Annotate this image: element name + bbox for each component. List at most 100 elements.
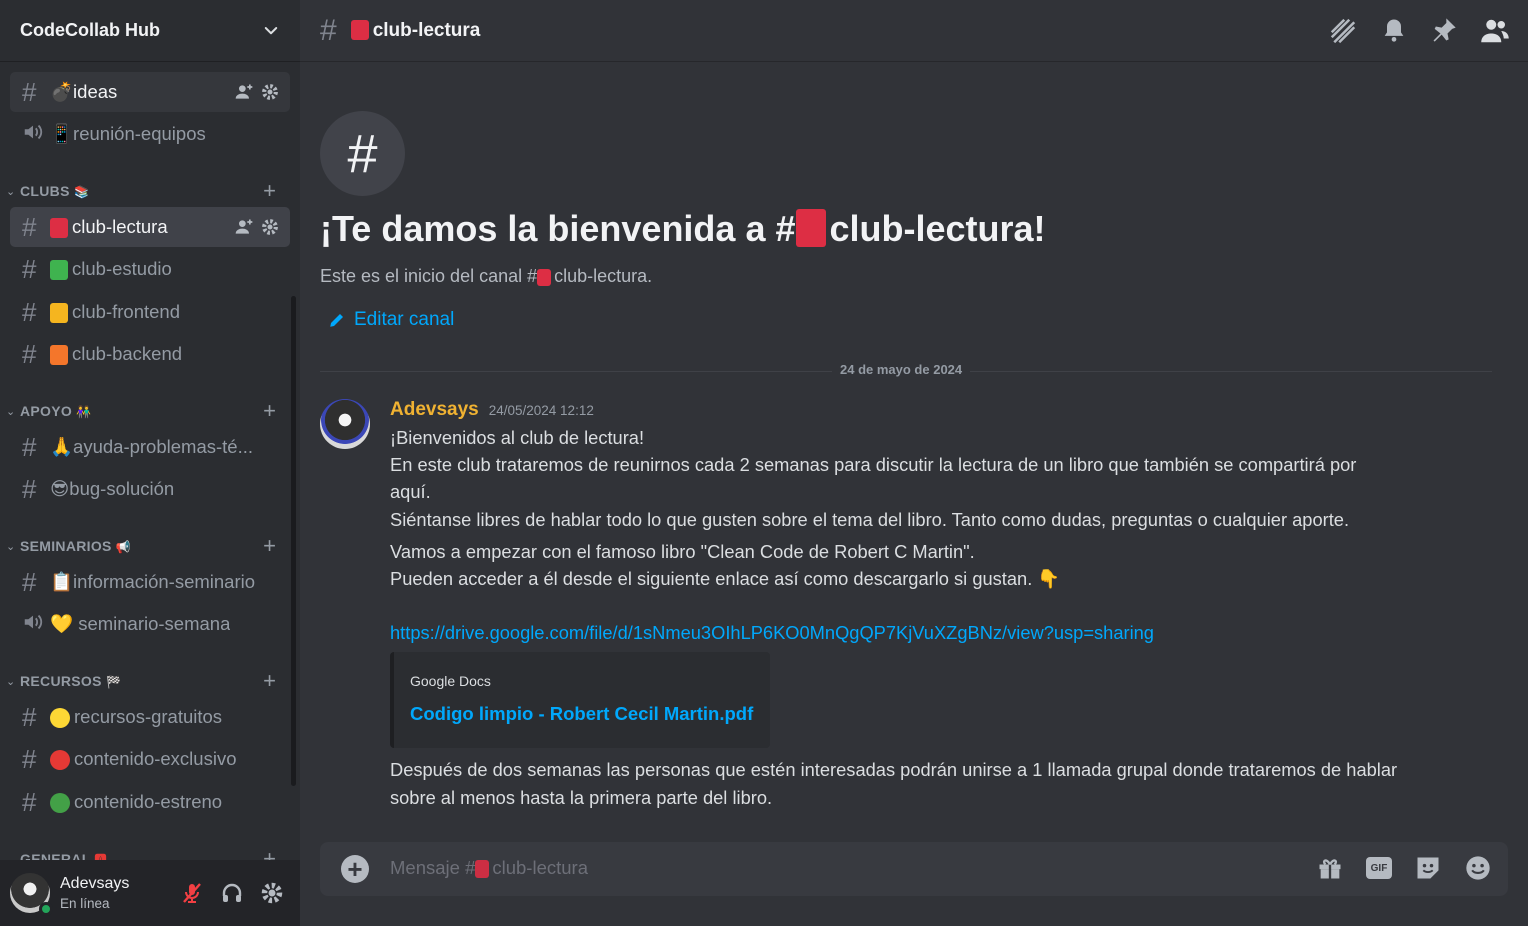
gear-icon[interactable] bbox=[260, 82, 280, 102]
channel-name: contenido-exclusivo bbox=[74, 747, 237, 769]
channel-label: 😎bug-solución bbox=[50, 478, 174, 500]
invite-icon[interactable] bbox=[234, 82, 254, 102]
chevron-down-icon: ⌄ bbox=[6, 405, 16, 418]
bell-icon[interactable] bbox=[1380, 16, 1408, 44]
channel-name: club-backend bbox=[72, 342, 183, 364]
yellow-notebook-icon bbox=[50, 303, 68, 324]
attach-plus-button[interactable]: + bbox=[341, 855, 369, 883]
sticker-icon[interactable] bbox=[1414, 854, 1442, 882]
channel-bug-solucion[interactable]: # 😎bug-solución bbox=[10, 469, 290, 509]
message-input[interactable]: Mensaje # club-lectura bbox=[390, 857, 588, 879]
category-seminarios[interactable]: ⌄ SEMINARIOS 📢 + bbox=[6, 533, 288, 559]
channel-name: seminario-semana bbox=[78, 613, 231, 634]
channel-reunion-equipos[interactable]: 📱reunión-equipos bbox=[10, 114, 290, 154]
channel-ayuda-problemas[interactable]: # 🙏ayuda-problemas-té... bbox=[10, 427, 290, 467]
add-channel-button[interactable]: + bbox=[263, 398, 276, 424]
emoji-icon: 📢 bbox=[115, 540, 132, 554]
channel-contenido-estreno[interactable]: # contenido-estreno bbox=[10, 782, 290, 822]
channel-welcome-icon: # bbox=[320, 111, 405, 196]
user-info[interactable]: Adevsays En línea bbox=[60, 875, 180, 911]
channel-seminario-semana[interactable]: 💛 seminario-semana bbox=[10, 604, 290, 644]
channel-club-backend[interactable]: # club-backend bbox=[10, 334, 290, 374]
yellow-circle-icon bbox=[50, 708, 70, 729]
emoji-smile-icon[interactable] bbox=[1464, 854, 1492, 882]
add-channel-button[interactable]: + bbox=[263, 668, 276, 694]
channel-club-frontend[interactable]: # club-frontend bbox=[10, 292, 290, 332]
message-avatar[interactable] bbox=[320, 399, 370, 449]
gear-icon[interactable] bbox=[260, 217, 280, 237]
category-apoyo[interactable]: ⌄ APOYO 👫 + bbox=[6, 398, 288, 424]
channel-name: contenido-estreno bbox=[74, 790, 223, 812]
server-header[interactable]: CodeCollab Hub bbox=[0, 0, 300, 62]
channel-recursos-gratuitos[interactable]: # recursos-gratuitos bbox=[10, 697, 290, 737]
channel-actions bbox=[234, 82, 280, 102]
channel-label: 💛 seminario-semana bbox=[50, 613, 230, 635]
channel-name: club-lectura bbox=[72, 215, 168, 237]
text-channel-icon: # bbox=[22, 787, 37, 817]
chevron-down-icon: ⌄ bbox=[6, 853, 16, 861]
message-line: aquí. bbox=[390, 481, 431, 502]
channel-ideas[interactable]: # 💣ideas bbox=[10, 72, 290, 112]
gift-icon[interactable] bbox=[1316, 854, 1344, 882]
settings-gear-icon[interactable] bbox=[260, 881, 284, 905]
add-channel-button[interactable]: + bbox=[263, 178, 276, 204]
emoji-icon: 🅰 bbox=[94, 852, 107, 861]
text-channel-icon: # bbox=[22, 702, 37, 732]
channel-informacion-seminario[interactable]: # 📋información-seminario bbox=[10, 562, 290, 602]
message-author[interactable]: Adevsays bbox=[390, 399, 479, 421]
red-book-icon bbox=[537, 268, 552, 286]
category-label: RECURSOS 🏁 bbox=[20, 673, 122, 689]
red-book-icon bbox=[350, 20, 369, 41]
chevron-down-icon: ⌄ bbox=[6, 540, 16, 553]
members-icon[interactable] bbox=[1480, 16, 1510, 46]
channel-label: 📱reunión-equipos bbox=[50, 123, 206, 145]
category-clubs[interactable]: ⌄ CLUBS 📚 + bbox=[6, 178, 288, 204]
category-recursos[interactable]: ⌄ RECURSOS 🏁 + bbox=[6, 668, 288, 694]
invite-icon[interactable] bbox=[234, 217, 254, 237]
channel-actions bbox=[234, 217, 280, 237]
channel-club-estudio[interactable]: # club-estudio bbox=[10, 249, 290, 289]
avatar[interactable] bbox=[10, 873, 53, 916]
channel-contenido-exclusivo[interactable]: # contenido-exclusivo bbox=[10, 739, 290, 779]
edit-channel-label: Editar canal bbox=[354, 309, 455, 330]
channel-club-lectura[interactable]: # club-lectura bbox=[10, 207, 290, 247]
channel-name: club-estudio bbox=[72, 257, 172, 279]
gif-button[interactable]: GIF bbox=[1366, 857, 1392, 879]
embed-title-link[interactable]: Codigo limpio - Robert Cecil Martin.pdf bbox=[410, 703, 753, 725]
emoji-icon: 💣 bbox=[50, 81, 74, 102]
message-timestamp: 24/05/2024 12:12 bbox=[488, 403, 594, 418]
message-line: Siéntanse libres de hablar todo lo que g… bbox=[390, 509, 1350, 530]
channel-label: club-lectura bbox=[50, 215, 168, 239]
red-book-icon bbox=[475, 860, 490, 879]
drive-link[interactable]: https://drive.google.com/file/d/1sNmeu3O… bbox=[390, 622, 1154, 644]
chevron-down-icon: ⌄ bbox=[6, 185, 16, 198]
embed-provider: Google Docs bbox=[410, 673, 491, 689]
online-status-dot bbox=[39, 902, 53, 916]
text-channel-icon: # bbox=[22, 77, 37, 107]
channel-name: bug-solución bbox=[69, 478, 175, 499]
composer-toolbar: GIF bbox=[1316, 854, 1492, 882]
text-channel-icon: # bbox=[22, 744, 37, 774]
threads-icon[interactable] bbox=[1328, 16, 1358, 46]
red-circle-icon bbox=[50, 750, 70, 771]
microphone-muted-icon[interactable] bbox=[180, 881, 204, 905]
add-channel-button[interactable]: + bbox=[263, 846, 276, 860]
orange-book-icon bbox=[50, 345, 68, 366]
headphones-icon[interactable] bbox=[220, 881, 244, 905]
channel-label: contenido-exclusivo bbox=[50, 747, 237, 771]
green-circle-icon bbox=[50, 793, 70, 814]
channel-list: # 💣ideas 📱reunión-equipos ⌄ CLUBS 📚 + # bbox=[0, 62, 300, 860]
category-general[interactable]: ⌄ GENERAL 🅰 + bbox=[6, 846, 288, 861]
pin-icon[interactable] bbox=[1430, 16, 1458, 44]
emoji-icon: 🏁 bbox=[105, 675, 122, 689]
emoji-icon: 📱 bbox=[50, 123, 74, 144]
category-label: SEMINARIOS 📢 bbox=[20, 538, 132, 554]
add-channel-button[interactable]: + bbox=[263, 533, 276, 559]
message-line: Vamos a empezar con el famoso libro "Cle… bbox=[390, 541, 975, 562]
message-line: ¡Bienvenidos al club de lectura! bbox=[390, 427, 645, 448]
edit-channel-link[interactable]: Editar canal bbox=[328, 309, 454, 331]
text-channel-icon: # bbox=[22, 212, 37, 242]
channel-name: información-seminario bbox=[73, 571, 256, 592]
sidebar-scrollbar[interactable] bbox=[291, 296, 296, 786]
message-line: En este club trataremos de reunirnos cad… bbox=[390, 454, 1357, 475]
